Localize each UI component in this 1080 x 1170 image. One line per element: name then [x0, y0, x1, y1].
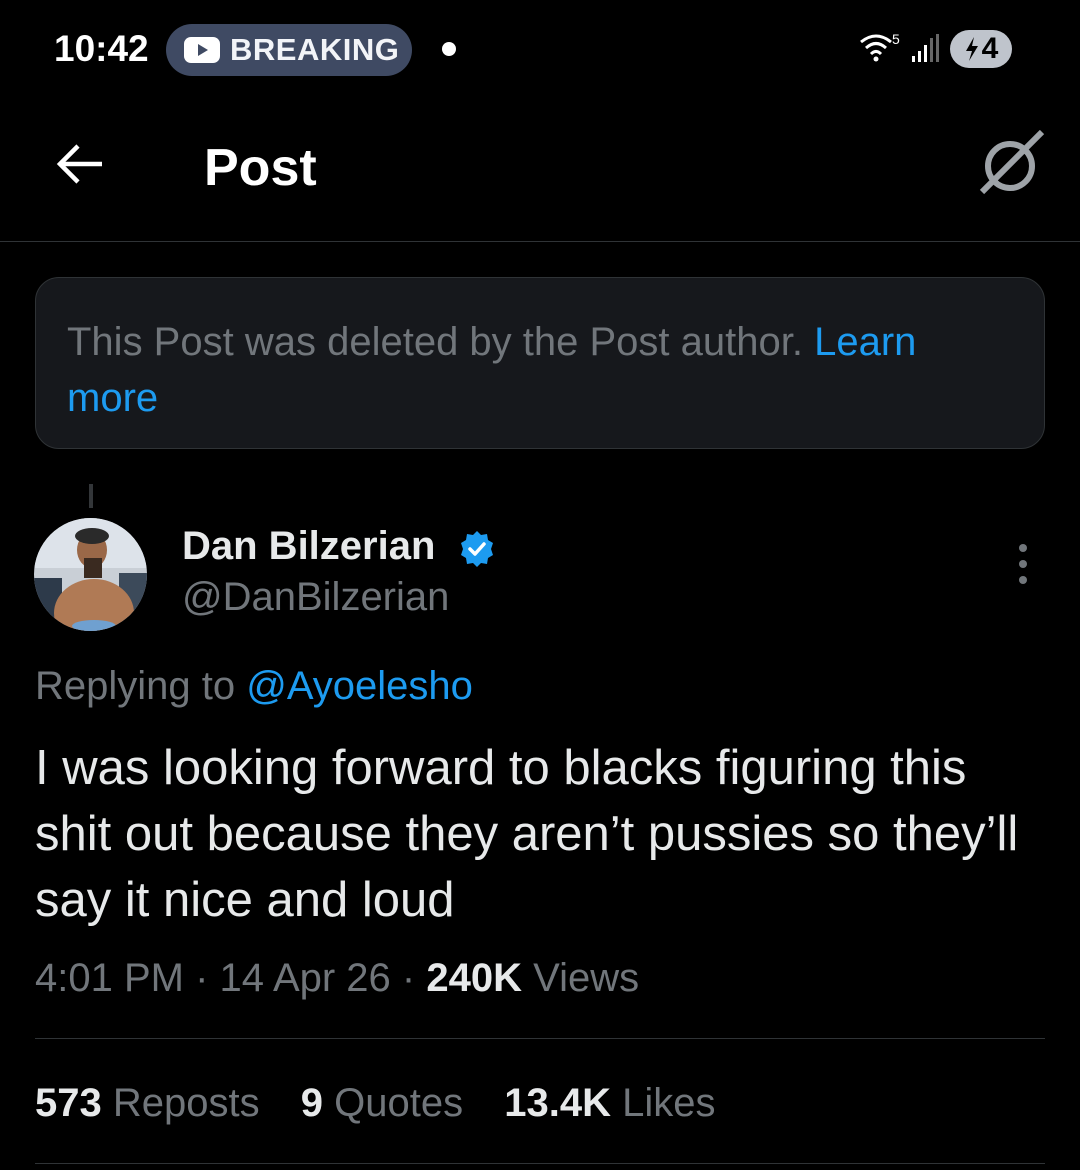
avatar-image	[34, 518, 147, 631]
divider	[35, 1038, 1045, 1039]
page-title: Post	[204, 139, 317, 197]
notification-pill-label: BREAKING	[230, 32, 400, 67]
wifi-icon: 5	[860, 31, 900, 62]
battery-level: 4	[981, 32, 999, 65]
author-name[interactable]: Dan Bilzerian	[182, 524, 435, 569]
likes-label: Likes	[622, 1081, 716, 1125]
engagement-stats: 573 Reposts 9 Quotes 13.4K Likes	[35, 1081, 745, 1126]
verified-badge-icon	[461, 531, 493, 567]
reply-mention-link[interactable]: @Ayoelesho	[246, 664, 473, 708]
breaking-notification-pill[interactable]: BREAKING	[166, 24, 412, 76]
post-text: I was looking forward to blacks figuring…	[35, 741, 1019, 927]
quotes-count: 9	[300, 1081, 323, 1125]
wifi-badge: 5	[892, 31, 900, 47]
meta-separator: ·	[401, 956, 416, 1000]
stat-quotes[interactable]: 9 Quotes	[301, 1081, 463, 1125]
youtube-play-icon	[184, 37, 220, 63]
deleted-notice-text: This Post was deleted by the Post author…	[67, 320, 815, 364]
post-time[interactable]: 4:01 PM	[35, 956, 184, 1000]
status-bar: 10:42 BREAKING 5 4	[0, 0, 1080, 100]
grok-icon[interactable]	[976, 130, 1046, 196]
stat-likes[interactable]: 13.4K Likes	[504, 1081, 715, 1125]
charging-bolt-icon	[965, 37, 978, 61]
avatar[interactable]	[34, 518, 147, 631]
views-count: 240K	[426, 956, 522, 1000]
replying-prefix: Replying to	[35, 664, 247, 708]
likes-count: 13.4K	[504, 1081, 611, 1125]
divider	[35, 1163, 1045, 1164]
more-options-icon[interactable]	[1010, 542, 1036, 586]
post-meta: 4:01 PM · 14 Apr 26 · 240K Views	[35, 956, 639, 1001]
status-time: 10:42	[54, 28, 149, 69]
author-handle[interactable]: @DanBilzerian	[182, 575, 449, 620]
back-arrow-icon[interactable]	[54, 140, 106, 188]
quotes-label: Quotes	[334, 1081, 464, 1125]
notification-dot	[442, 42, 456, 56]
thread-connector-line	[89, 484, 93, 508]
views-label[interactable]: Views	[533, 956, 639, 1000]
stat-reposts[interactable]: 573 Reposts	[35, 1081, 260, 1125]
replying-to-line: Replying to @Ayoelesho	[35, 664, 473, 709]
meta-separator: ·	[195, 956, 209, 1000]
reposts-count: 573	[35, 1081, 102, 1125]
signal-icon	[912, 34, 939, 62]
battery-indicator: 4	[950, 30, 1012, 68]
deleted-post-notice: This Post was deleted by the Post author…	[35, 277, 1045, 449]
top-app-bar: Post	[0, 100, 1080, 242]
post-date[interactable]: 14 Apr 26	[220, 956, 391, 1000]
reposts-label: Reposts	[112, 1081, 260, 1125]
